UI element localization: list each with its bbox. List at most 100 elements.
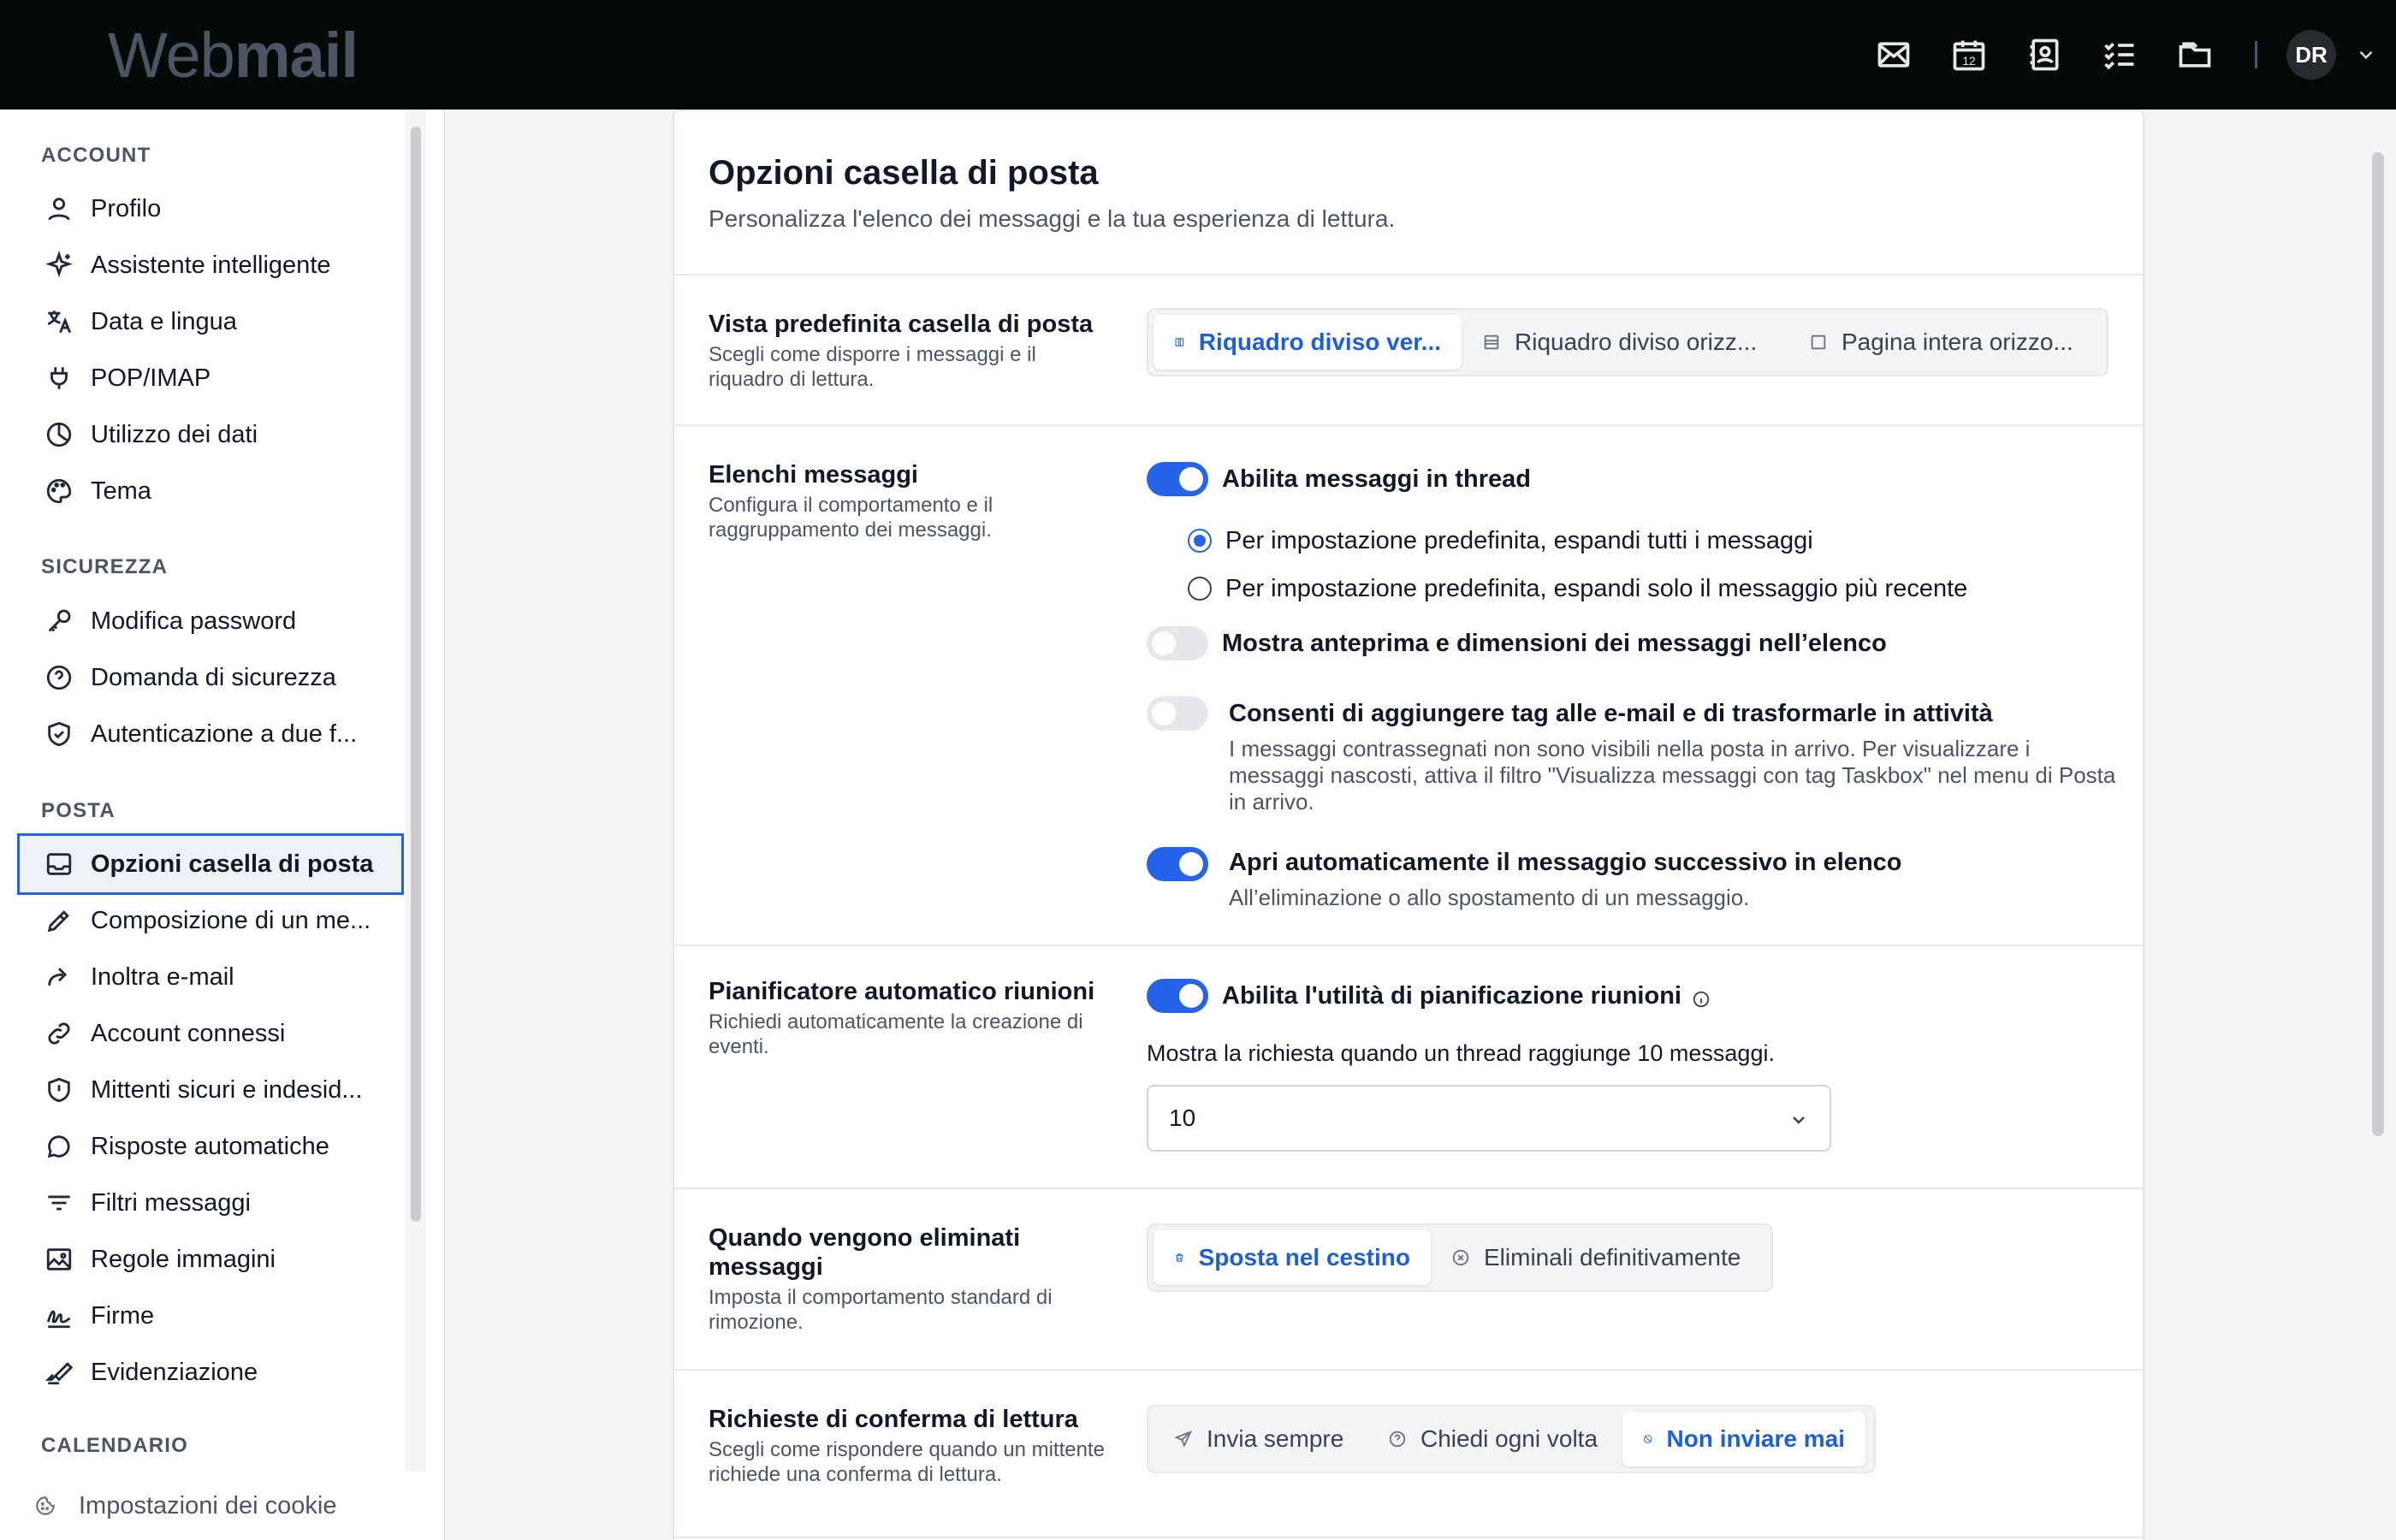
highlighter-icon <box>44 1362 74 1385</box>
row-read-receipts: Richieste di conferma di lettura Scegli … <box>674 1371 2143 1538</box>
signature-icon <box>46 1310 71 1329</box>
sidebar-item-2fa[interactable]: Autenticazione a due f... <box>17 703 404 765</box>
threading-toggle[interactable] <box>1147 462 1208 496</box>
row-meeting-scheduler: Pianificatore automatico riunioni Richie… <box>674 946 2143 1189</box>
receipt-option-ask[interactable]: Chiedi ogni volta <box>1367 1412 1622 1466</box>
view-option-vertical-split[interactable]: Riquadro diviso ver... <box>1154 315 1462 370</box>
square-icon <box>1811 335 1826 350</box>
tags-toggle[interactable] <box>1147 696 1208 731</box>
divider <box>2255 41 2257 68</box>
top-nav: 12 DR <box>1856 0 2396 110</box>
sidebar-item-filters[interactable]: Filtri messaggi <box>17 1172 404 1234</box>
view-option-horizontal-split[interactable]: Riquadro diviso orizz... <box>1462 315 1788 370</box>
section-mail: POSTA <box>41 799 116 822</box>
sidebar-item-auto-replies[interactable]: Risposte automatiche <box>17 1116 404 1177</box>
section-security: SICUREZZA <box>41 555 169 578</box>
row-label: Elenchi messaggi Configura il comportame… <box>709 461 993 542</box>
calendar-icon[interactable]: 12 <box>1931 17 2007 92</box>
autonext-label: Apri automaticamente il messaggio succes… <box>1229 849 1902 876</box>
top-bar: Webmail 12 DR <box>0 0 2396 110</box>
sidebar-item-safe-senders[interactable]: Mittenti sicuri e indesid... <box>17 1059 404 1121</box>
row-default-view: Vista predefinita casella di posta Scegl… <box>674 275 2143 426</box>
row-delete-behaviour: Quando vengono eliminati messaggi Impost… <box>674 1189 2143 1371</box>
palette-icon <box>46 478 72 504</box>
pie-chart-icon <box>46 422 72 447</box>
view-option-full-page[interactable]: Pagina intera orizzo... <box>1788 315 2102 370</box>
row-label: Pianificatore automatico riunioni Richie… <box>709 978 1095 1058</box>
settings-sidebar: ACCOUNT Profilo Assistente intelligente … <box>0 110 445 1540</box>
link-icon <box>48 1022 70 1045</box>
sparkle-icon <box>45 251 73 278</box>
cookie-settings-link[interactable]: Impostazioni dei cookie <box>0 1472 443 1540</box>
sidebar-item-data-usage[interactable]: Utilizzo dei dati <box>17 404 404 465</box>
sidebar-scrollbar[interactable] <box>411 127 421 1222</box>
radio-expand-recent-label[interactable]: Per impostazione predefinita, espandi so… <box>1225 575 1967 603</box>
sidebar-item-compose[interactable]: Composizione di un me... <box>17 890 404 951</box>
plug-icon <box>50 367 68 389</box>
tags-description: I messaggi contrassegnati non sono visib… <box>1229 736 2116 814</box>
tasks-icon[interactable] <box>2082 17 2157 92</box>
page-title: Opzioni casella di posta <box>709 154 1099 192</box>
autonext-description: All’eliminazione o allo spostamento di u… <box>1229 885 1750 910</box>
sidebar-item-profile[interactable]: Profilo <box>17 178 404 240</box>
receipt-option-always[interactable]: Invia sempre <box>1154 1412 1367 1466</box>
row-message-lists: Elenchi messaggi Configura il comportame… <box>674 426 2143 946</box>
row-label: Quando vengono eliminati messaggi Impost… <box>709 1224 1053 1334</box>
svg-text:12: 12 <box>1962 55 1975 68</box>
preview-label: Mostra anteprima e dimensioni dei messag… <box>1222 630 1887 657</box>
send-icon <box>1174 1430 1193 1448</box>
main-scrollbar[interactable] <box>2372 152 2384 1136</box>
delete-option-permanent[interactable]: Eliminali definitivamente <box>1431 1230 1766 1285</box>
info-icon[interactable] <box>1692 987 1711 1008</box>
help-circle-icon <box>1389 1430 1406 1448</box>
contacts-icon[interactable] <box>2007 17 2082 92</box>
app-logo[interactable]: Webmail <box>108 19 359 92</box>
sidebar-item-password[interactable]: Modifica password <box>17 590 404 652</box>
sidebar-item-inbox-options[interactable]: Opzioni casella di posta <box>17 833 404 895</box>
sidebar-item-highlighting[interactable]: Evidenziazione <box>17 1342 404 1403</box>
row-label: Richieste di conferma di lettura Scegli … <box>709 1406 1105 1486</box>
inbox-icon <box>46 853 72 875</box>
sidebar-item-language[interactable]: Data e lingua <box>17 291 404 352</box>
delete-option-trash[interactable]: Sposta nel cestino <box>1154 1230 1431 1285</box>
chevron-down-icon[interactable] <box>2336 17 2396 92</box>
preview-toggle[interactable] <box>1147 626 1208 660</box>
read-receipt-selector: Invia sempre Chiedi ogni volta Non invia… <box>1147 1405 1876 1473</box>
page-subtitle: Personalizza l'elenco dei messaggi e la … <box>709 205 1396 232</box>
section-calendar: CALENDARIO <box>41 1434 188 1457</box>
radio-expand-recent[interactable] <box>1188 577 1212 601</box>
sidebar-item-pop-imap[interactable]: POP/IMAP <box>17 347 404 409</box>
sidebar-item-theme[interactable]: Tema <box>17 460 404 522</box>
scheduler-toggle[interactable] <box>1147 979 1208 1013</box>
radio-expand-all-label[interactable]: Per impostazione predefinita, espandi tu… <box>1225 527 1813 555</box>
sidebar-item-security-question[interactable]: Domanda di sicurezza <box>17 647 404 708</box>
sidebar-item-connected-accounts[interactable]: Account connessi <box>17 1003 404 1064</box>
delete-mode-selector: Sposta nel cestino Eliminali definitivam… <box>1147 1223 1773 1292</box>
avatar[interactable]: DR <box>2286 30 2336 80</box>
rows-icon <box>1484 335 1499 350</box>
pencil-icon <box>47 910 69 933</box>
mail-icon[interactable] <box>1856 17 1931 92</box>
translate-icon <box>47 311 72 334</box>
trash-icon <box>1176 1253 1183 1262</box>
sidebar-item-forward[interactable]: Inoltra e-mail <box>17 946 404 1008</box>
chevron-down-icon <box>1793 1116 1805 1124</box>
sidebar-item-assistant[interactable]: Assistente intelligente <box>17 234 404 296</box>
autonext-toggle[interactable] <box>1147 847 1208 881</box>
section-account: ACCOUNT <box>41 144 151 167</box>
view-mode-selector: Riquadro diviso ver... Riquadro diviso o… <box>1147 308 2108 376</box>
message-count-select[interactable]: 10 <box>1147 1085 1831 1152</box>
forward-icon <box>48 968 68 986</box>
scheduler-prompt-text: Mostra la richiesta quando un thread rag… <box>1147 1040 1775 1066</box>
ban-icon <box>1643 1435 1652 1443</box>
radio-expand-all[interactable] <box>1188 529 1212 553</box>
receipt-option-never[interactable]: Non inviare mai <box>1622 1412 1865 1466</box>
key-icon <box>48 609 71 632</box>
image-icon <box>46 1248 72 1270</box>
folder-icon[interactable] <box>2157 17 2233 92</box>
threading-label: Abilita messaggi in thread <box>1222 465 1531 493</box>
user-icon <box>48 198 70 221</box>
sidebar-item-image-rules[interactable]: Regole immagini <box>17 1229 404 1290</box>
panel-header: Opzioni casella di posta Personalizza l'… <box>674 111 2143 275</box>
sidebar-item-signatures[interactable]: Firme <box>17 1285 404 1347</box>
